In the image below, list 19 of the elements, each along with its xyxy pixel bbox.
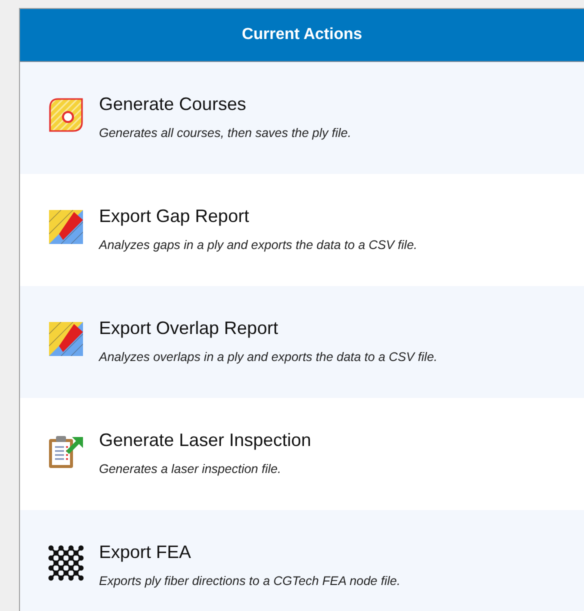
action-description: Analyzes overlaps in a ply and exports the data to a CSV file.: [99, 348, 438, 366]
action-description: Generates all courses, then saves the ply file.: [99, 124, 352, 142]
hatched-tile-icon: [49, 98, 83, 132]
action-title: Generate Courses: [99, 93, 248, 116]
action-title: Export Overlap Report: [99, 317, 280, 340]
action-title: Generate Laser Inspection: [99, 429, 312, 452]
clipboard-arrow-icon: [48, 433, 84, 469]
action-description: Generates a laser inspection file.: [99, 460, 282, 478]
ply-layers-icon: [49, 322, 83, 356]
action-item[interactable]: Generate Courses Generates all courses, then saves the ply file.: [20, 62, 584, 174]
action-item[interactable]: Export FEA Exports ply fiber directions to a CGTech FEA node file.: [20, 510, 584, 611]
action-item[interactable]: Export Overlap Report Analyzes overlaps in a ply and exports the data to a CSV file.: [20, 286, 584, 398]
action-description: Exports ply fiber directions to a CGTech FEA node file.: [99, 572, 400, 590]
action-title: Export Gap Report: [99, 205, 250, 228]
action-title: Export FEA: [99, 541, 192, 564]
panel-title: Current Actions: [242, 25, 362, 45]
node-mesh-icon: [48, 545, 84, 581]
ply-layers-icon: [49, 210, 83, 244]
action-description: Analyzes gaps in a ply and exports the data to a CSV file.: [99, 236, 418, 254]
